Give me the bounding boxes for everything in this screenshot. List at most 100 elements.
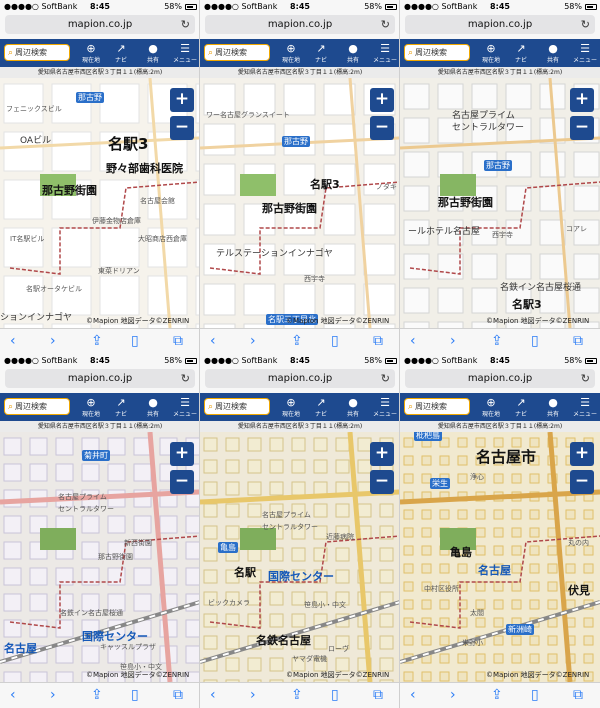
nearby-search-button[interactable]: ⌕ 周辺検索 (204, 44, 270, 61)
current-location-button[interactable]: ⊕ 現在地 (276, 39, 306, 67)
bookmarks-icon[interactable]: ▯ (531, 685, 539, 705)
map-label: コアレ (566, 225, 587, 233)
address-bar[interactable]: mapion.co.jp ↻ (405, 15, 595, 34)
nearby-search-button[interactable]: ⌕ 周辺検索 (404, 398, 470, 415)
navi-button[interactable]: ↗ ナビ (306, 393, 336, 421)
forward-icon[interactable]: › (250, 685, 256, 705)
zoom-out-button[interactable]: − (370, 470, 394, 494)
tabs-icon[interactable]: ⧉ (173, 331, 183, 351)
current-location-button[interactable]: ⊕ 現在地 (476, 39, 506, 67)
menu-button[interactable]: ☰ メニュー (170, 393, 199, 421)
zoom-out-button[interactable]: − (170, 116, 194, 140)
share-icon[interactable]: ⇪ (291, 685, 303, 705)
map-label[interactable]: 栄生 (430, 478, 450, 489)
share-map-button[interactable]: ● 共有 (538, 39, 568, 67)
forward-icon[interactable]: › (50, 685, 56, 705)
map-label[interactable]: 枇杷島 (414, 432, 442, 441)
reload-icon[interactable]: ↻ (381, 15, 390, 34)
navi-button[interactable]: ↗ ナビ (506, 393, 536, 421)
bookmarks-icon[interactable]: ▯ (131, 685, 139, 705)
back-icon[interactable]: ‹ (410, 685, 416, 705)
reload-icon[interactable]: ↻ (581, 369, 590, 388)
tabs-icon[interactable]: ⧉ (573, 331, 583, 351)
nearby-search-button[interactable]: ⌕ 周辺検索 (4, 398, 70, 415)
nearby-search-button[interactable]: ⌕ 周辺検索 (204, 398, 270, 415)
current-location-button[interactable]: ⊕ 現在地 (276, 393, 306, 421)
zoom-in-button[interactable]: + (370, 88, 394, 112)
back-icon[interactable]: ‹ (10, 685, 16, 705)
share-map-button[interactable]: ● 共有 (338, 393, 368, 421)
reload-icon[interactable]: ↻ (181, 15, 190, 34)
bookmarks-icon[interactable]: ▯ (331, 685, 339, 705)
zoom-in-button[interactable]: + (170, 88, 194, 112)
map-canvas[interactable]: 名古屋プライム セントラルタワー 那古野 那古野街園 ールホテル名古屋 西宇寺 名鉄イン名古… (400, 78, 600, 328)
map-canvas[interactable]: 那古野 ワー名古屋グランスイート 名駅3 那古野街園 テルステーションインナゴヤ 西宇寺名… (200, 78, 399, 328)
map-canvas[interactable]: 名駅3 野々部歯科医院 那古野街園 那古野 OAビル フェニックスビル 名古屋会館 伊藤金物店… (0, 78, 199, 328)
share-map-button[interactable]: ● 共有 (138, 393, 168, 421)
tabs-icon[interactable]: ⧉ (373, 685, 383, 705)
zoom-in-button[interactable]: + (370, 442, 394, 466)
current-location-button[interactable]: ⊕ 現在地 (76, 393, 106, 421)
tabs-icon[interactable]: ⧉ (173, 685, 183, 705)
bookmarks-icon[interactable]: ▯ (131, 331, 139, 351)
bookmarks-icon[interactable]: ▯ (331, 331, 339, 351)
navi-button[interactable]: ↗ ナビ (306, 39, 336, 67)
map-label[interactable]: 那古野 (282, 136, 310, 147)
nearby-search-button[interactable]: ⌕ 周辺検索 (4, 44, 70, 61)
menu-button[interactable]: ☰ メニュー (370, 393, 399, 421)
map-canvas[interactable]: 名古屋市 浄心 枇杷島 栄生 亀島 名古屋 中村区役所 太閤 伏見 丸の内 新洲崎 米野小 + − ©… (400, 432, 600, 682)
address-bar[interactable]: mapion.co.jp ↻ (205, 15, 395, 34)
forward-icon[interactable]: › (450, 685, 456, 705)
city-block (403, 455, 414, 466)
menu-button[interactable]: ☰ メニュー (570, 39, 600, 67)
share-icon[interactable]: ⇪ (91, 685, 103, 705)
map-label[interactable]: 亀島 (218, 542, 238, 553)
nearby-search-button[interactable]: ⌕ 周辺検索 (404, 44, 470, 61)
menu-button[interactable]: ☰ メニュー (170, 39, 199, 67)
current-location-button[interactable]: ⊕ 現在地 (476, 393, 506, 421)
address-bar[interactable]: mapion.co.jp ↻ (5, 15, 195, 34)
address-bar[interactable]: mapion.co.jp ↻ (5, 369, 195, 388)
forward-icon[interactable]: › (250, 331, 256, 351)
menu-button[interactable]: ☰ メニュー (370, 39, 399, 67)
share-icon[interactable]: ⇪ (491, 685, 503, 705)
map-label[interactable]: 菊井町 (82, 450, 110, 461)
back-icon[interactable]: ‹ (410, 331, 416, 351)
forward-icon[interactable]: › (450, 331, 456, 351)
map-label[interactable]: 新洲崎 (506, 624, 534, 635)
reload-icon[interactable]: ↻ (581, 15, 590, 34)
back-icon[interactable]: ‹ (210, 685, 216, 705)
zoom-in-button[interactable]: + (570, 442, 594, 466)
share-icon[interactable]: ⇪ (291, 331, 303, 351)
forward-icon[interactable]: › (50, 331, 56, 351)
zoom-in-button[interactable]: + (170, 442, 194, 466)
reload-icon[interactable]: ↻ (381, 369, 390, 388)
menu-button[interactable]: ☰ メニュー (570, 393, 600, 421)
share-map-button[interactable]: ● 共有 (138, 39, 168, 67)
address-bar[interactable]: mapion.co.jp ↻ (405, 369, 595, 388)
back-icon[interactable]: ‹ (10, 331, 16, 351)
share-map-button[interactable]: ● 共有 (338, 39, 368, 67)
map-canvas[interactable]: 菊井町 名古屋プライム セントラルタワー 新西街園 那古野街園 国際センター キャッスルプラ… (0, 432, 199, 682)
tabs-icon[interactable]: ⧉ (373, 331, 383, 351)
back-icon[interactable]: ‹ (210, 331, 216, 351)
share-icon[interactable]: ⇪ (491, 331, 503, 351)
map-canvas[interactable]: 亀島 名古屋プライム セントラルタワー 近藤病院 名駅 国際センター ビックカメラ 名鉄名古屋… (200, 432, 399, 682)
share-map-button[interactable]: ● 共有 (538, 393, 568, 421)
reload-icon[interactable]: ↻ (181, 369, 190, 388)
navi-button[interactable]: ↗ ナビ (106, 393, 136, 421)
zoom-out-button[interactable]: − (170, 470, 194, 494)
share-icon[interactable]: ⇪ (91, 331, 103, 351)
zoom-out-button[interactable]: − (370, 116, 394, 140)
zoom-out-button[interactable]: − (570, 116, 594, 140)
address-bar[interactable]: mapion.co.jp ↻ (205, 369, 395, 388)
navi-button[interactable]: ↗ ナビ (106, 39, 136, 67)
zoom-out-button[interactable]: − (570, 470, 594, 494)
tabs-icon[interactable]: ⧉ (573, 685, 583, 705)
zoom-in-button[interactable]: + (570, 88, 594, 112)
navi-button[interactable]: ↗ ナビ (506, 39, 536, 67)
bookmarks-icon[interactable]: ▯ (531, 331, 539, 351)
map-label[interactable]: 那古野 (484, 160, 512, 171)
current-location-button[interactable]: ⊕ 現在地 (76, 39, 106, 67)
map-label[interactable]: 那古野 (76, 92, 104, 103)
